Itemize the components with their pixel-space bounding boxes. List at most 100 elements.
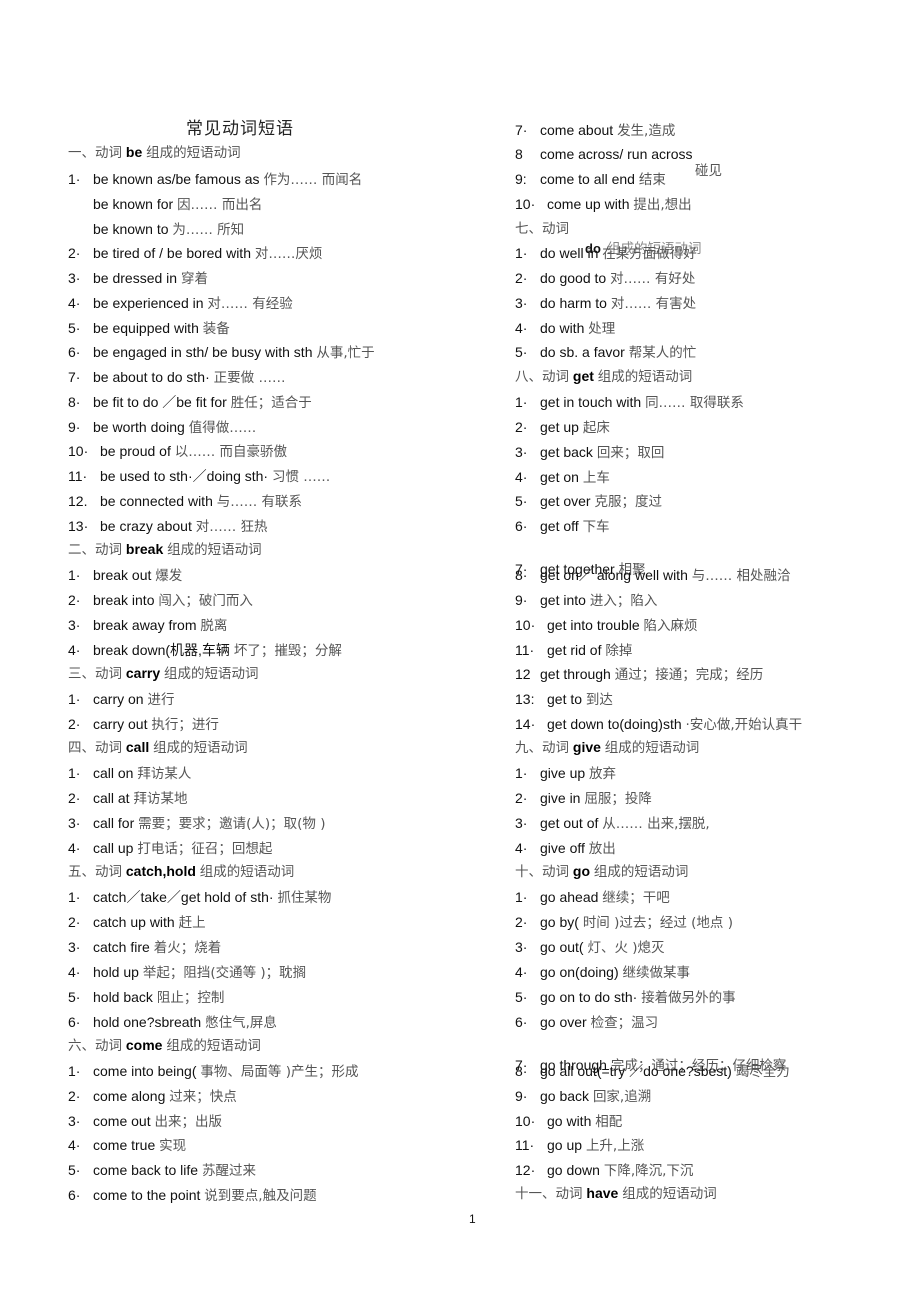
phrase-english: give up — [540, 765, 586, 781]
section-prefix: 一、动词 — [68, 145, 122, 161]
item-number: 2· — [68, 1088, 81, 1104]
phrase-english: go over — [540, 1014, 587, 1030]
item-number: 9· — [68, 419, 81, 435]
phrase-chinese: 屈服；投降 — [584, 791, 652, 807]
phrase-english: go on to do sth· — [540, 989, 638, 1005]
phrase-item: 2· give in 屈服；投降 — [515, 789, 652, 808]
phrase-chinese: 上车 — [582, 470, 610, 486]
phrase-item: 4· break down(机器,车辆 坏了；摧毁；分解 — [68, 641, 342, 660]
item-number: 1· — [515, 889, 528, 905]
item-number: 1· — [515, 245, 528, 261]
phrase-english: go down — [547, 1162, 600, 1178]
phrase-chinese: 从事,忙于 — [316, 345, 375, 361]
phrase-english: do sb. a favor — [540, 344, 625, 360]
phrase-item: 2· break into 闯入；破门而入 — [68, 591, 253, 610]
phrase-chinese: 到达 — [585, 692, 613, 708]
phrase-item: 3· get back 回来；取回 — [515, 443, 664, 462]
item-number: 5· — [68, 320, 81, 336]
phrase-english: catch up with — [93, 914, 175, 930]
phrase-item: 4· do with 处理 — [515, 319, 615, 338]
phrase-english: be fit to do ／be fit for — [93, 394, 227, 410]
item-number: 4· — [515, 840, 528, 856]
item-number: 14· — [515, 716, 536, 732]
item-number: 11· — [515, 1137, 535, 1153]
item-number: 7· — [515, 122, 528, 138]
section-heading: 一、动词 be 组成的短语动词 — [68, 143, 241, 162]
overlay-section-suffix: 组成的短语动词 — [607, 241, 702, 257]
phrase-chinese: 憋住气,屏息 — [205, 1015, 277, 1031]
section-suffix: 组成的短语动词 — [166, 1038, 261, 1054]
phrase-chinese: 竭尽全力 — [735, 1064, 790, 1080]
phrase-chinese: 从…… 出来,摆脱, — [602, 816, 710, 832]
phrase-english: do with — [540, 320, 585, 336]
item-number: 8· — [515, 567, 528, 583]
phrase-item: 5· go on to do sth· 接着做另外的事 — [515, 988, 736, 1007]
item-number: 1· — [68, 1063, 81, 1079]
phrase-english: get back — [540, 444, 593, 460]
phrase-english: get on — [540, 469, 579, 485]
item-number: 2· — [515, 419, 528, 435]
phrase-english: break away from — [93, 617, 197, 633]
section-verb: have — [586, 1185, 619, 1201]
phrase-item: 1· go ahead 继续；干吧 — [515, 888, 670, 907]
phrase-chinese: 相配 — [595, 1114, 623, 1130]
item-number: 8· — [68, 394, 81, 410]
phrase-chinese: 胜任；适合于 — [230, 395, 312, 411]
section-verb: catch,hold — [125, 863, 196, 879]
item-number: 9: — [515, 171, 527, 187]
section-suffix: 组成的短语动词 — [622, 1186, 717, 1202]
section-suffix: 组成的短语动词 — [167, 542, 262, 558]
phrase-item: 8· be fit to do ／be fit for 胜任；适合于 — [68, 393, 312, 412]
phrase-english: call on — [93, 765, 134, 781]
item-number: 6· — [68, 1014, 81, 1030]
phrase-english: get off — [540, 518, 579, 534]
phrase-item: 6· get off 下车 — [515, 517, 610, 536]
item-number: 1· — [515, 765, 528, 781]
phrase-item: 8· go all out(=try ／do one?sbest) 竭尽全力 — [515, 1062, 790, 1081]
item-number: 2· — [515, 270, 528, 286]
phrase-item: 3· come out 出来；出版 — [68, 1112, 222, 1131]
phrase-chinese: 作为…… 而闻名 — [263, 172, 363, 188]
item-number: 11· — [515, 642, 535, 658]
phrase-chinese: 陷入麻烦 — [643, 618, 698, 634]
phrase-english: be worth doing — [93, 419, 185, 435]
item-number: 1· — [68, 691, 81, 707]
phrase-item: 4· give off 放出 — [515, 839, 616, 858]
item-number: 9· — [515, 592, 528, 608]
phrase-chinese: 下降,降沉,下沉 — [603, 1163, 694, 1179]
section-prefix: 十、动词 — [515, 864, 569, 880]
phrase-chinese: 拜访某地 — [133, 791, 188, 807]
phrase-english: hold up — [93, 964, 139, 980]
phrase-chinese: 克服；度过 — [594, 494, 662, 510]
phrase-chinese: 闯入；破门而入 — [158, 593, 253, 609]
phrase-chinese: 帮某人的忙 — [628, 345, 697, 361]
phrase-chinese: 进入；陷入 — [589, 593, 658, 609]
phrase-english: be dressed in — [93, 270, 178, 286]
section-verb: give — [572, 739, 601, 755]
phrase-item: 3· break away from 脱离 — [68, 616, 227, 635]
section-heading: 六、动词 come 组成的短语动词 — [68, 1036, 261, 1055]
phrase-chinese: 放弃 — [589, 766, 617, 782]
phrase-chinese: 除掉 — [605, 643, 633, 659]
section-prefix: 七、动词 — [515, 221, 569, 237]
phrase-item: 4· call up 打电话；征召；回想起 — [68, 839, 272, 858]
item-number: 2· — [68, 790, 81, 806]
section-prefix: 十一、动词 — [515, 1186, 583, 1202]
phrase-item: 12. be connected with 与…… 有联系 — [68, 492, 302, 511]
phrase-chinese: 以…… 而自豪骄傲 — [174, 444, 288, 460]
phrase-item: 2· do good to 对…… 有好处 — [515, 269, 695, 288]
phrase-english: come to all end — [540, 171, 635, 187]
phrase-item: 3· go out( 灯、火 )熄灭 — [515, 938, 665, 957]
phrase-english: come true — [93, 1137, 156, 1153]
item-number: 10· — [515, 196, 536, 212]
phrase-item: 9· go back 回家,追溯 — [515, 1087, 651, 1106]
phrase-chinese: 继续；干吧 — [602, 890, 670, 906]
phrase-item: 1· break out 爆发 — [68, 566, 182, 585]
phrase-chinese: 苏醒过来 — [201, 1163, 256, 1179]
phrase-english: break down(机器,车辆 — [93, 642, 230, 658]
phrase-english: come along — [93, 1088, 166, 1104]
phrase-item: 2· be tired of / be bored with 对……厌烦 — [68, 244, 322, 263]
phrase-item: 4· be experienced in 对…… 有经验 — [68, 294, 293, 313]
phrase-chinese: 需要；要求；邀请(人)；取(物 ) — [138, 816, 326, 832]
phrase-english: be proud of — [100, 443, 171, 459]
